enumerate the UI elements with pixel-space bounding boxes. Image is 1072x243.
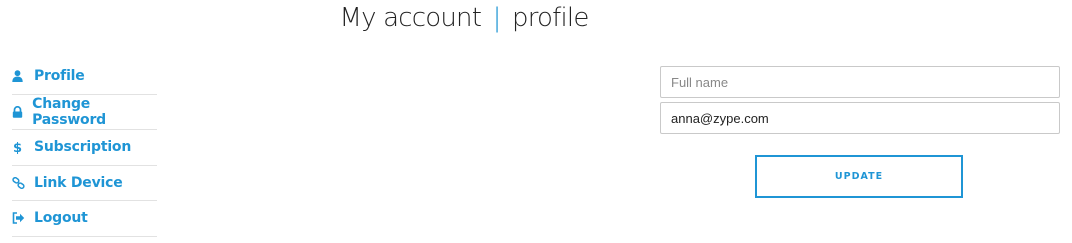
- page-title-main: My account: [339, 3, 482, 33]
- logout-icon: [12, 212, 34, 225]
- sidebar-item-label: Profile: [34, 68, 85, 85]
- page-title: My account | profile: [0, 3, 928, 33]
- dollar-icon: $: [12, 140, 34, 154]
- full-name-field[interactable]: [660, 66, 1060, 98]
- sidebar-item-label: Link Device: [34, 174, 123, 191]
- email-field[interactable]: [660, 102, 1060, 134]
- lock-icon: [12, 105, 32, 118]
- account-sidebar: Profile Change Password $ Subscription L…: [12, 59, 157, 237]
- sidebar-item-label: Logout: [34, 210, 88, 227]
- sidebar-item-link-device[interactable]: Link Device: [12, 166, 157, 201]
- page-title-section: profile: [512, 3, 589, 33]
- link-icon: [12, 176, 34, 189]
- user-icon: [12, 70, 34, 83]
- sidebar-item-change-password[interactable]: Change Password: [12, 95, 157, 130]
- sidebar-item-profile[interactable]: Profile: [12, 59, 157, 95]
- sidebar-item-subscription[interactable]: $ Subscription: [12, 130, 157, 166]
- svg-text:$: $: [13, 141, 22, 154]
- page-title-separator: |: [492, 3, 502, 33]
- sidebar-item-logout[interactable]: Logout: [12, 201, 157, 237]
- sidebar-item-label: Change Password: [32, 95, 107, 128]
- sidebar-item-label: Subscription: [34, 139, 132, 156]
- update-button[interactable]: UPDATE: [755, 155, 963, 198]
